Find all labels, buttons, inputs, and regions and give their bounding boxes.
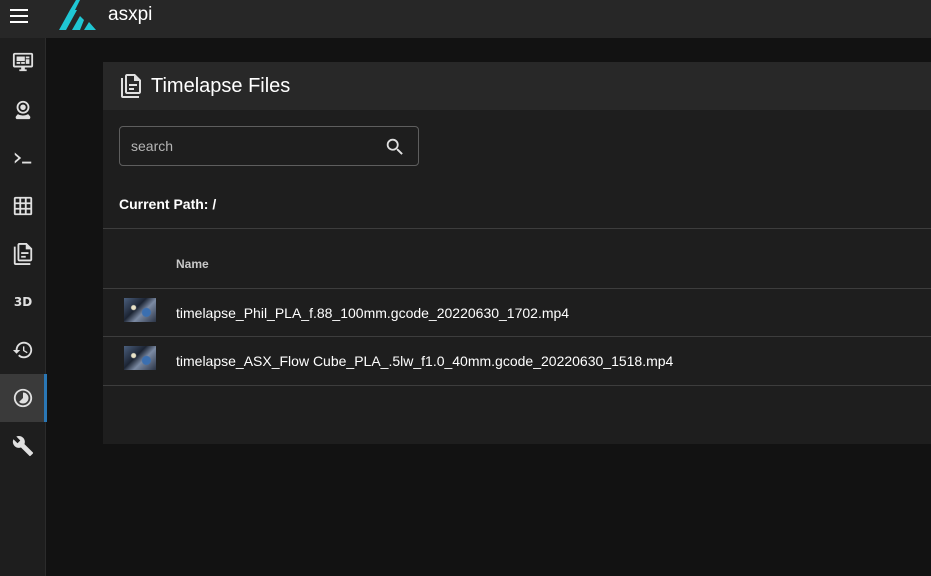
app-title: asxpi (108, 4, 153, 25)
file-name: timelapse_Phil_PLA_f.88_100mm.gcode_2022… (176, 305, 570, 321)
video-thumbnail (124, 346, 156, 370)
search-icon[interactable] (384, 136, 406, 158)
timelapse-files-card: Timelapse Files Current Path: / Name tim… (103, 62, 931, 444)
sidebar-item-webcam[interactable] (0, 86, 46, 134)
search-input[interactable] (131, 136, 371, 156)
sidebar-item-timelapse[interactable] (0, 374, 47, 422)
current-path: Current Path: / (119, 196, 217, 212)
sidebar-item-settings[interactable] (0, 422, 46, 470)
sidebar-item-dashboard[interactable] (0, 38, 46, 86)
divider (103, 228, 931, 229)
sidebar-item-console[interactable] (0, 134, 46, 182)
sidebar-item-3d[interactable]: 3D (0, 278, 46, 326)
sidebar: 3D (0, 38, 47, 576)
sidebar-item-grid[interactable] (0, 182, 46, 230)
timelapse-icon (13, 388, 33, 408)
search-field (119, 126, 419, 166)
divider (103, 385, 931, 386)
table-row[interactable]: timelapse_Phil_PLA_f.88_100mm.gcode_2022… (103, 289, 931, 337)
column-header-name[interactable]: Name (176, 257, 209, 271)
page-title: Timelapse Files (151, 75, 291, 97)
wrench-icon (12, 436, 34, 457)
file-document-icon (13, 243, 33, 265)
sidebar-item-3d-label: 3D (13, 295, 33, 309)
app-bar: asxpi (0, 0, 931, 38)
console-icon (14, 152, 32, 164)
asxpi-logo (59, 0, 96, 30)
file-document-icon (121, 74, 141, 98)
grid-icon (13, 196, 33, 216)
card-header: Timelapse Files (103, 62, 931, 110)
menu-icon[interactable] (8, 5, 30, 27)
file-name: timelapse_ASX_Flow Cube_PLA_.5lw_f1.0_40… (176, 353, 674, 369)
history-icon (12, 341, 33, 359)
monitor-dashboard-icon (12, 52, 34, 72)
table-row[interactable]: timelapse_ASX_Flow Cube_PLA_.5lw_f1.0_40… (103, 337, 931, 385)
sidebar-item-history[interactable] (0, 326, 46, 374)
sidebar-item-files[interactable] (0, 230, 46, 278)
video-thumbnail (124, 298, 156, 322)
webcam-icon (15, 100, 31, 120)
